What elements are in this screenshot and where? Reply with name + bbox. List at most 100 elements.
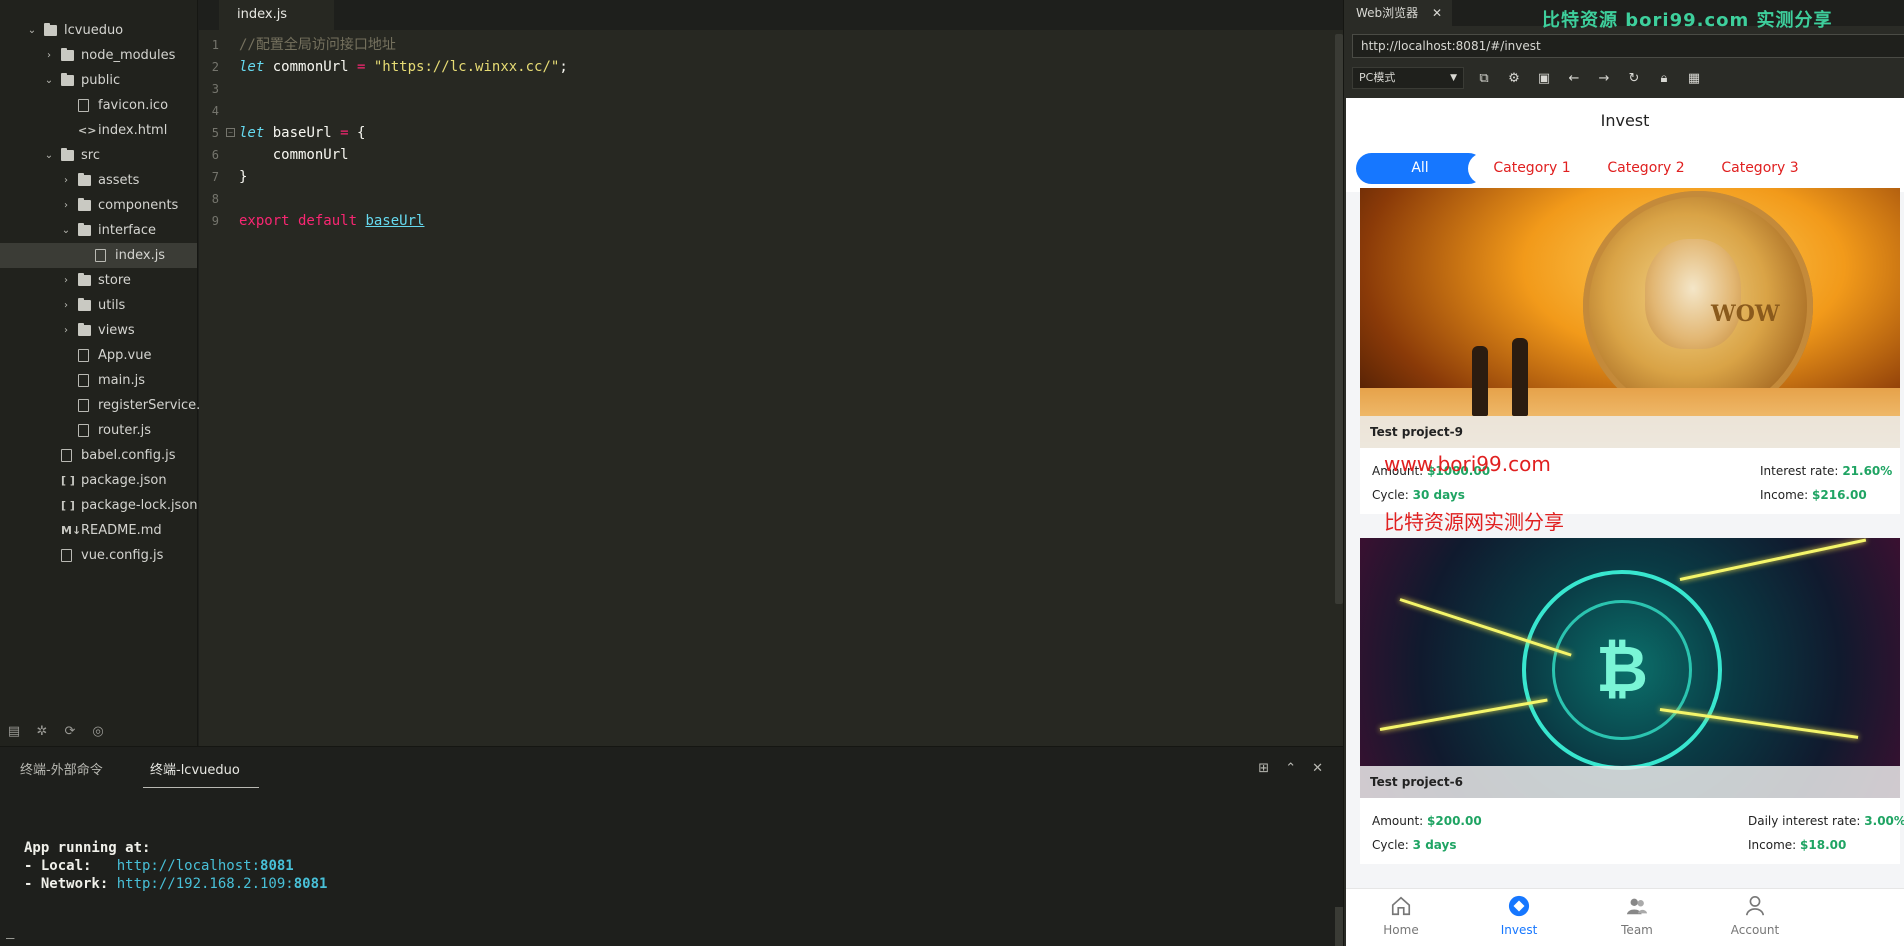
folder-item[interactable]: › views — [0, 318, 197, 343]
file-item[interactable]: babel.config.js — [0, 443, 197, 468]
income-label: Income: — [1748, 838, 1797, 852]
chevron-up-icon[interactable]: ⌃ — [1285, 761, 1296, 776]
category-1[interactable]: Category 1 — [1468, 153, 1596, 184]
file-item[interactable]: [ ] package.json — [0, 468, 197, 493]
code-line[interactable]: 7} — [199, 166, 1329, 188]
debug-icon[interactable]: ✲ — [34, 724, 50, 740]
token-rest1: } — [239, 169, 248, 185]
project-card[interactable]: ₿ Test project-6 Amount: $200.00 Cycle: … — [1360, 538, 1904, 864]
file-item[interactable]: index.js — [0, 243, 197, 268]
tab-terminal-project[interactable]: 终端-lcvueduo — [150, 759, 240, 778]
code-line[interactable]: 2 let commonUrl = "https://lc.winxx.cc/"; — [199, 56, 1329, 78]
mode-select[interactable]: PC模式 ▼ — [1352, 67, 1464, 89]
folder-item[interactable]: ⌄ interface — [0, 218, 197, 243]
folder-item[interactable]: › store — [0, 268, 197, 293]
file-item[interactable]: main.js — [0, 368, 197, 393]
ide-window: ⌄ lcvueduo › node_modules ⌄ public favicon.ico… — [0, 0, 1904, 946]
file-item[interactable]: vue.config.js — [0, 543, 197, 568]
category-all[interactable]: All — [1356, 153, 1484, 184]
globe-icon[interactable]: ◎ — [90, 724, 106, 740]
folder-icon — [44, 23, 57, 36]
page-title: Invest — [1346, 98, 1904, 144]
chevron-down-icon[interactable]: ⌄ — [60, 218, 72, 243]
file-item[interactable]: router.js — [0, 418, 197, 443]
refresh-icon[interactable]: ↻ — [1626, 71, 1642, 86]
code-text: } — [239, 166, 247, 188]
qr-code-icon[interactable]: ▦ — [1686, 71, 1702, 86]
tab-team[interactable]: Team — [1582, 895, 1692, 937]
address-bar[interactable]: http://localhost:8081/#/invest — [1352, 34, 1904, 58]
local-port: 8081 — [260, 858, 294, 874]
cycle-value: 3 days — [1412, 838, 1457, 852]
file-item[interactable]: <> index.html — [0, 118, 197, 143]
code-line[interactable]: 6 commonUrl — [199, 144, 1329, 166]
folder-item[interactable]: ⌄ public — [0, 68, 197, 93]
chevron-right-icon[interactable]: › — [60, 318, 72, 343]
file-item[interactable]: App.vue — [0, 343, 197, 368]
browser-tab[interactable]: Web浏览器 ✕ — [1344, 0, 1452, 26]
watermark-url: www.bori99.com — [1384, 452, 1551, 476]
folder-item[interactable]: ⌄ src — [0, 143, 197, 168]
category-2[interactable]: Category 2 — [1582, 153, 1710, 184]
tree-item-label: utils — [98, 298, 126, 313]
code-editor[interactable]: index.js 1 //配置全局访问接口地址 2 let commonUrl = "… — [199, 0, 1343, 746]
token-rest2: { — [348, 125, 366, 141]
forward-arrow-icon[interactable]: → — [1596, 71, 1612, 86]
chevron-right-icon[interactable]: › — [60, 193, 72, 218]
local-url[interactable]: http://localhost: — [117, 858, 260, 874]
code-line[interactable]: 9 export default baseUrl — [199, 210, 1329, 232]
code-area[interactable]: 1 //配置全局访问接口地址 2 let commonUrl = "https://l… — [199, 34, 1329, 232]
folder-item[interactable]: › node_modules — [0, 43, 197, 68]
editor-scrollbar[interactable] — [1335, 34, 1343, 604]
code-line[interactable]: 5− let baseUrl = { — [199, 122, 1329, 144]
git-icon[interactable]: ⟳ — [62, 724, 78, 740]
files-icon[interactable]: ▤ — [6, 724, 22, 740]
tab-invest[interactable]: Invest — [1464, 895, 1574, 937]
chevron-right-icon[interactable]: › — [60, 168, 72, 193]
tab-home[interactable]: Home — [1346, 895, 1456, 937]
cycle-value: 30 days — [1412, 488, 1465, 502]
screenshot-icon[interactable]: ⧉ — [1476, 71, 1492, 86]
category-3[interactable]: Category 3 — [1696, 153, 1824, 184]
file-item[interactable]: M↓ README.md — [0, 518, 197, 543]
folder-item[interactable]: › components — [0, 193, 197, 218]
chevron-down-icon: ▼ — [1450, 73, 1457, 83]
code-line[interactable]: 1 //配置全局访问接口地址 — [199, 34, 1329, 56]
code-line[interactable]: 4 — [199, 100, 1329, 122]
terminal-scrollbar[interactable] — [1335, 907, 1343, 946]
chevron-right-icon[interactable]: › — [60, 268, 72, 293]
folder-item[interactable]: › assets — [0, 168, 197, 193]
file-item[interactable]: registerService... — [0, 393, 209, 418]
close-tab-icon[interactable]: ✕ — [1432, 0, 1442, 26]
invest-icon — [1508, 895, 1530, 917]
fold-icon[interactable]: − — [226, 128, 235, 137]
line-number: 2 — [211, 60, 219, 74]
chevron-down-icon[interactable]: ⌄ — [43, 68, 55, 93]
file-item[interactable]: [ ] package-lock.json — [0, 493, 198, 518]
new-terminal-icon[interactable]: ⊞ — [1258, 761, 1269, 776]
tab-index-js[interactable]: index.js — [219, 0, 334, 30]
chevron-down-icon[interactable]: ⌄ — [43, 143, 55, 168]
tab-account[interactable]: Account — [1700, 895, 1810, 937]
token-link[interactable]: baseUrl — [365, 213, 424, 229]
code-line[interactable]: 8 — [199, 188, 1329, 210]
file-item[interactable]: favicon.ico — [0, 93, 197, 118]
file-icon — [95, 249, 106, 262]
close-terminal-icon[interactable]: ✕ — [1312, 761, 1323, 776]
chevron-down-icon[interactable]: ⌄ — [26, 18, 38, 43]
back-arrow-icon[interactable]: ← — [1566, 71, 1582, 86]
folder-item[interactable]: › utils — [0, 293, 197, 318]
account-icon — [1745, 896, 1765, 916]
tab-terminal-external[interactable]: 终端-外部命令 — [20, 759, 103, 778]
settings-icon[interactable]: ⚙ — [1506, 71, 1522, 86]
chevron-right-icon[interactable]: › — [60, 293, 72, 318]
folder-item[interactable]: ⌄ lcvueduo — [0, 18, 197, 43]
terminal-output[interactable]: App running at: - Local: http://localhos… — [24, 839, 327, 893]
lock-icon[interactable]: 🔒︎ — [1656, 71, 1672, 86]
code-line[interactable]: 3 — [199, 78, 1329, 100]
console-icon[interactable]: ▣ — [1536, 71, 1552, 86]
browser-tab-label: Web浏览器 — [1356, 6, 1419, 20]
amount-row: Amount: $200.00 — [1372, 814, 1482, 828]
chevron-right-icon[interactable]: › — [43, 43, 55, 68]
network-url[interactable]: http://192.168.2.109: — [117, 876, 294, 892]
